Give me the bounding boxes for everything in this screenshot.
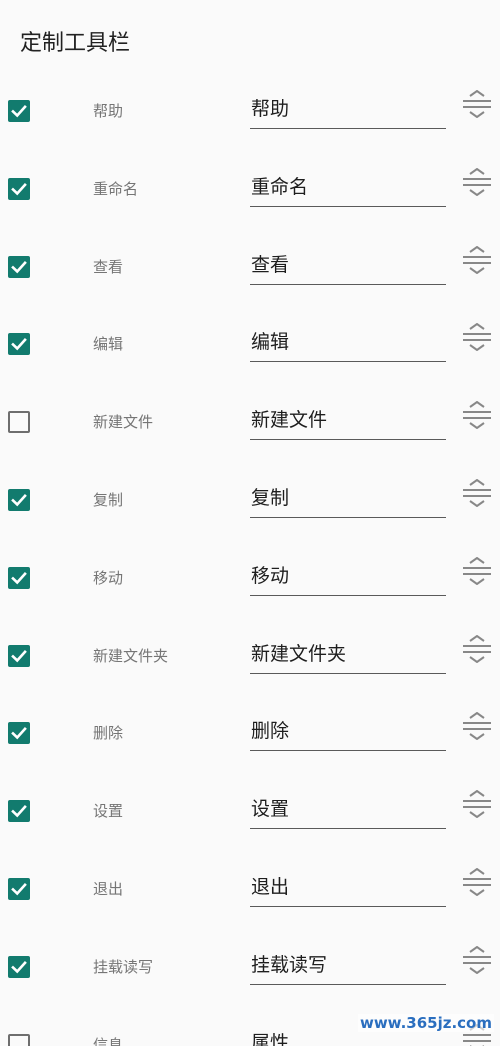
toolbar-item-row: 新建文件 新建文件 xyxy=(0,383,500,461)
toolbar-item-checkbox[interactable] xyxy=(8,566,30,589)
toolbar-item-name-value: 帮助 xyxy=(251,98,290,120)
check-icon xyxy=(11,338,27,351)
toolbar-item-label: 编辑 xyxy=(93,335,124,354)
toolbar-item-checkbox[interactable] xyxy=(8,644,30,667)
toolbar-item-name-value: 移动 xyxy=(251,564,290,587)
toolbar-item-name-field[interactable]: 编辑 xyxy=(250,327,446,363)
toolbar-item-name-field[interactable]: 设置 xyxy=(250,794,446,830)
toolbar-item-row: 挂载读写 挂载读写 xyxy=(0,928,500,1006)
toolbar-item-label: 移动 xyxy=(93,568,124,587)
page-title: 定制工具栏 xyxy=(20,31,131,56)
toolbar-item-list: 帮助 帮助 重命名 重命名 查看 查看 编辑 编辑 新建文件 新建文件 复制 复制 移动 移动 新建文件夹新… xyxy=(0,72,500,1046)
toolbar-item-row: 帮助 帮助 xyxy=(0,72,500,150)
check-icon xyxy=(11,182,27,196)
watermark: www.365jz.com xyxy=(357,1014,494,1032)
toolbar-item-name-field[interactable]: 移动 xyxy=(250,561,446,596)
toolbar-item-name-value: 设置 xyxy=(251,798,290,821)
customize-toolbar-screen: 定制工具栏 帮助 帮助 重命名 重命名 查看 查看 编辑 编辑 新建文件 新建文件 复制 复制 移动 移动… xyxy=(0,0,500,1046)
drag-handle-icon[interactable] xyxy=(461,634,493,663)
toolbar-item-label: 设置 xyxy=(93,802,124,821)
drag-handle-icon[interactable] xyxy=(461,323,493,352)
toolbar-item-checkbox[interactable] xyxy=(8,333,30,356)
toolbar-item-name-value: 新建文件夹 xyxy=(251,642,347,665)
toolbar-item-checkbox[interactable] xyxy=(8,1033,30,1046)
toolbar-item-row: 移动 移动 xyxy=(0,539,500,617)
toolbar-item-name-value: 查看 xyxy=(251,253,290,276)
check-icon xyxy=(11,727,27,740)
check-icon xyxy=(11,104,27,118)
drag-handle-icon[interactable] xyxy=(461,556,493,586)
toolbar-item-label: 挂载读写 xyxy=(93,957,154,976)
check-icon xyxy=(11,882,27,896)
toolbar-item-name-field[interactable]: 重命名 xyxy=(250,172,446,207)
toolbar-item-row: 查看 查看 xyxy=(0,228,500,306)
toolbar-item-name-value: 删除 xyxy=(251,720,290,743)
toolbar-item-checkbox[interactable] xyxy=(8,411,30,434)
check-icon xyxy=(11,571,27,585)
toolbar-item-name-value: 复制 xyxy=(251,486,290,509)
toolbar-item-label: 重命名 xyxy=(93,179,139,198)
toolbar-item-checkbox[interactable] xyxy=(8,722,30,745)
toolbar-item-name-field[interactable]: 挂载读写 xyxy=(250,950,446,985)
check-icon xyxy=(11,805,27,818)
toolbar-item-name-field[interactable]: 帮助 xyxy=(250,94,446,129)
toolbar-item-name-value: 重命名 xyxy=(251,175,309,198)
drag-handle-icon[interactable] xyxy=(461,478,493,508)
toolbar-item-label: 帮助 xyxy=(93,102,124,120)
toolbar-item-row: 设置 设置 xyxy=(0,772,500,850)
toolbar-item-checkbox[interactable] xyxy=(8,100,30,122)
toolbar-item-label: 新建文件夹 xyxy=(93,646,169,665)
check-icon xyxy=(11,960,27,974)
check-icon xyxy=(11,260,27,273)
toolbar-item-name-value: 新建文件 xyxy=(251,409,328,432)
toolbar-item-label: 退出 xyxy=(93,879,124,898)
check-icon xyxy=(11,493,27,507)
toolbar-item-row: 重命名 重命名 xyxy=(0,150,500,228)
toolbar-item-checkbox[interactable] xyxy=(8,800,30,823)
drag-handle-icon[interactable] xyxy=(461,712,493,741)
toolbar-item-name-value: 退出 xyxy=(251,875,290,898)
toolbar-item-row: 退出 退出 xyxy=(0,850,500,928)
toolbar-item-checkbox[interactable] xyxy=(8,255,30,278)
toolbar-item-label: 删除 xyxy=(93,724,124,743)
drag-handle-icon[interactable] xyxy=(461,867,493,897)
drag-handle-icon[interactable] xyxy=(461,89,493,119)
toolbar-item-row: 新建文件夹 新建文件夹 xyxy=(0,617,500,695)
toolbar-item-checkbox[interactable] xyxy=(8,177,30,200)
toolbar-item-name-field[interactable]: 新建文件 xyxy=(250,405,446,441)
toolbar-item-name-field[interactable]: 删除 xyxy=(250,716,446,752)
toolbar-item-row: 复制 复制 xyxy=(0,461,500,539)
toolbar-item-label: 查看 xyxy=(93,257,124,276)
toolbar-item-checkbox[interactable] xyxy=(8,877,30,900)
drag-handle-icon[interactable] xyxy=(461,245,493,274)
toolbar-item-checkbox[interactable] xyxy=(8,955,30,978)
drag-handle-icon[interactable] xyxy=(461,945,493,974)
toolbar-item-label: 信息 xyxy=(93,1035,124,1046)
toolbar-item-label: 新建文件 xyxy=(93,413,154,432)
toolbar-item-name-field[interactable]: 新建文件夹 xyxy=(250,639,446,674)
toolbar-item-name-field[interactable]: 退出 xyxy=(250,872,446,907)
toolbar-item-row: 删除 删除 xyxy=(0,694,500,772)
toolbar-item-name-value: 挂载读写 xyxy=(251,953,328,976)
drag-handle-icon[interactable] xyxy=(461,167,493,197)
toolbar-item-name-field[interactable]: 查看 xyxy=(250,250,446,285)
drag-handle-icon[interactable] xyxy=(461,400,493,430)
check-icon xyxy=(11,649,27,662)
toolbar-item-row: 编辑 编辑 xyxy=(0,305,500,383)
toolbar-item-name-field[interactable]: 复制 xyxy=(250,483,446,518)
toolbar-item-label: 复制 xyxy=(93,490,124,509)
toolbar-item-name-value: 属性 xyxy=(251,1031,290,1046)
toolbar-item-checkbox[interactable] xyxy=(8,488,30,511)
drag-handle-icon[interactable] xyxy=(461,789,493,819)
toolbar-item-name-value: 编辑 xyxy=(251,331,290,354)
